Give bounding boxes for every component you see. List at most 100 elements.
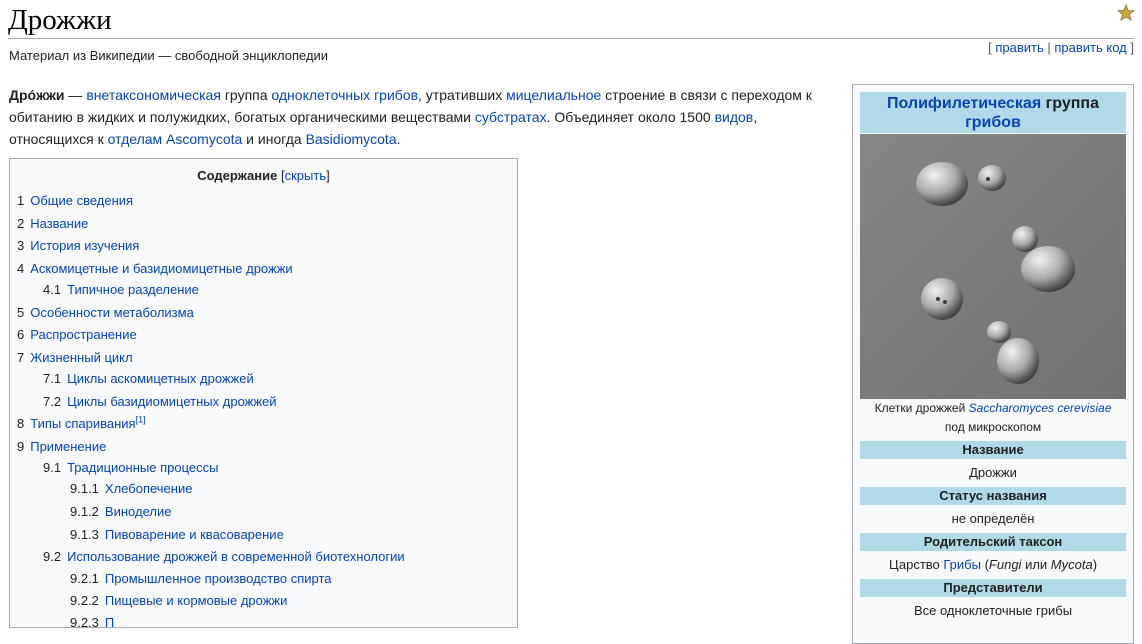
- toc-item[interactable]: 9.1.1 Хлебопечение: [70, 481, 192, 496]
- toc-item[interactable]: 9 Применение: [17, 439, 106, 454]
- infobox-value-name: Дрожжи: [969, 465, 1017, 480]
- toc-link[interactable]: История изучения: [30, 238, 139, 253]
- toc-link-text: Циклы базидиомицетных дрожжей: [67, 394, 277, 409]
- toc-link-text: Хлебопечение: [104, 481, 193, 496]
- toc-link[interactable]: Типы спаривания[1]: [30, 415, 146, 431]
- toc-link[interactable]: Аскомицетные и базидиомицетные дрожжи: [30, 261, 292, 276]
- link-vidov[interactable]: видов: [715, 109, 754, 125]
- toc-link[interactable]: Виноделие: [105, 504, 172, 519]
- toc-item[interactable]: 7 Жизненный цикл: [17, 350, 133, 365]
- infobox-header-link-fungi[interactable]: грибов: [965, 114, 1021, 131]
- toc-number: 9.1.2: [70, 504, 99, 519]
- toc-item[interactable]: 9.2.2 Пищевые и кормовые дрожжи: [70, 593, 287, 608]
- infobox-label-parent-taxon: Родительский таксон: [860, 533, 1126, 551]
- toc-number: 1: [17, 193, 25, 208]
- toc-item[interactable]: 7.1 Циклы аскомицетных дрожжей: [43, 371, 254, 386]
- toc-link[interactable]: Промышленное производство спирта: [105, 571, 332, 586]
- link-gribov[interactable]: грибов: [374, 87, 418, 103]
- taxon-latin: Fungi: [988, 557, 1022, 572]
- toc-item[interactable]: 8 Типы спаривания[1]: [17, 415, 146, 431]
- toc-link[interactable]: Циклы аскомицетных дрожжей: [67, 371, 254, 386]
- link-substratah[interactable]: субстратах: [475, 109, 547, 125]
- taxon-text: или: [1021, 557, 1051, 572]
- edit-code-link[interactable]: править код: [1054, 40, 1126, 55]
- toc-link-text: Циклы аскомицетных дрожжей: [67, 371, 254, 386]
- caption-text: Клетки дрожжей: [874, 401, 969, 415]
- toc-number: 8: [17, 416, 25, 432]
- toc-item[interactable]: 9.1 Традиционные процессы: [43, 460, 218, 475]
- infobox-header-link[interactable]: Полифилетическая: [887, 95, 1041, 112]
- toc-link[interactable]: Распространение: [30, 327, 136, 342]
- toc-link[interactable]: Традиционные процессы: [67, 460, 218, 475]
- toc-link-text: Пивоварение и квасоварение: [104, 527, 284, 542]
- intro-text: и иногда: [242, 131, 306, 147]
- footnote-ref[interactable]: [1]: [136, 415, 146, 425]
- link-otdelam[interactable]: отделам: [108, 131, 163, 147]
- infobox-header-text: группа: [1041, 95, 1099, 112]
- toc-link[interactable]: Жизненный цикл: [30, 350, 132, 365]
- toc-link[interactable]: Типичное разделение: [67, 282, 199, 297]
- toc-number: 9.2: [43, 549, 62, 564]
- toc-bracket: [: [277, 168, 285, 183]
- toc-link[interactable]: Общие сведения: [30, 193, 133, 208]
- toc-link-text: История изучения: [30, 238, 140, 253]
- toc-link[interactable]: Циклы базидиомицетных дрожжей: [67, 394, 276, 409]
- infobox-value-representatives: Все одноклеточные грибы: [913, 603, 1073, 618]
- link-odnokletochnyh[interactable]: одноклеточных: [271, 87, 370, 103]
- toc-item[interactable]: 5 Особенности метаболизма: [17, 305, 194, 320]
- edit-links: [ править | править код ]: [988, 40, 1134, 55]
- link-ascomycota[interactable]: Ascomycota: [166, 131, 242, 147]
- toc-hide-toggle[interactable]: скрыть: [285, 168, 327, 183]
- toc-number: 2: [17, 216, 25, 231]
- title-divider: [8, 38, 1134, 39]
- toc-item[interactable]: 9.1.2 Виноделие: [70, 504, 171, 519]
- intro-text: группа: [220, 87, 272, 103]
- toc-link[interactable]: Пивоварение и квасоварение: [105, 527, 284, 542]
- link-basidiomycota[interactable]: Basidiomycota: [306, 131, 397, 147]
- toc-link-text: Пищевые и кормовые дрожжи: [104, 593, 288, 608]
- infobox-label-name: Название: [860, 441, 1126, 459]
- toc-link-text: Аскомицетные и базидиомицетные дрожжи: [30, 261, 293, 276]
- toc-link-text: Жизненный цикл: [30, 350, 133, 365]
- taxon-fungi-link[interactable]: Грибы: [943, 557, 981, 572]
- toc-link-text: Виноделие: [104, 504, 172, 519]
- toc-number: 9.1.3: [70, 527, 99, 542]
- infobox-label-representatives: Представители: [860, 579, 1126, 597]
- toc-link-text: Промышленное производство спирта: [104, 571, 332, 586]
- yeast-micrograph-image[interactable]: [860, 134, 1126, 399]
- taxon-text: ): [1092, 557, 1098, 572]
- toc-link[interactable]: Применение: [30, 439, 106, 454]
- toc-link[interactable]: Хлебопечение: [105, 481, 193, 496]
- edit-link[interactable]: править: [995, 40, 1043, 55]
- toc-number: 4: [17, 261, 25, 276]
- toc-item[interactable]: 2 Название: [17, 216, 88, 231]
- toc-item[interactable]: 9.2 Использование дрожжей в современной б…: [43, 549, 405, 564]
- toc-item[interactable]: 3 История изучения: [17, 238, 139, 253]
- link-micelialnoe[interactable]: мицелиальное: [506, 87, 601, 103]
- link-vnetaksonomicheskaya[interactable]: внетаксономическая: [86, 87, 221, 103]
- toc-link[interactable]: Особенности метаболизма: [30, 305, 194, 320]
- toc-link[interactable]: Использование дрожжей в современной биот…: [67, 549, 405, 564]
- caption-text: под микроскопом: [944, 420, 1042, 434]
- term-bold: Дро́жжи: [9, 87, 65, 103]
- toc-number: 7.1: [43, 371, 62, 386]
- toc-item[interactable]: 4 Аскомицетные и базидиомицетные дрожжи: [17, 261, 293, 276]
- toc-item[interactable]: 7.2 Циклы базидиомицетных дрожжей: [43, 394, 277, 409]
- toc-link[interactable]: Название: [30, 216, 88, 231]
- toc-bracket: ]: [326, 168, 330, 183]
- site-tagline: Материал из Википедии — свободной энцикл…: [9, 48, 329, 63]
- toc-item[interactable]: 9.2.1 Промышленное производство спирта: [70, 571, 332, 586]
- intro-text: .: [396, 131, 401, 147]
- intro-paragraph: Дро́жжи — внетаксономическая группа одно…: [9, 84, 824, 150]
- toc-link[interactable]: Пищевые и кормовые дрожжи: [105, 593, 287, 608]
- caption-species-link[interactable]: Saccharomyces cerevisiae: [969, 401, 1112, 415]
- toc-item[interactable]: 6 Распространение: [17, 327, 137, 342]
- toc-item[interactable]: 1 Общие сведения: [17, 193, 133, 208]
- intro-text: —: [64, 87, 87, 103]
- toc-item[interactable]: 4.1 Типичное разделение: [43, 282, 199, 297]
- featured-star-icon[interactable]: [1117, 4, 1135, 22]
- edit-sep: |: [1043, 40, 1055, 55]
- taxon-latin: Mycota: [1050, 557, 1093, 572]
- intro-text: , утративших: [418, 87, 507, 103]
- toc-item[interactable]: 9.1.3 Пивоварение и квасоварение: [70, 527, 284, 542]
